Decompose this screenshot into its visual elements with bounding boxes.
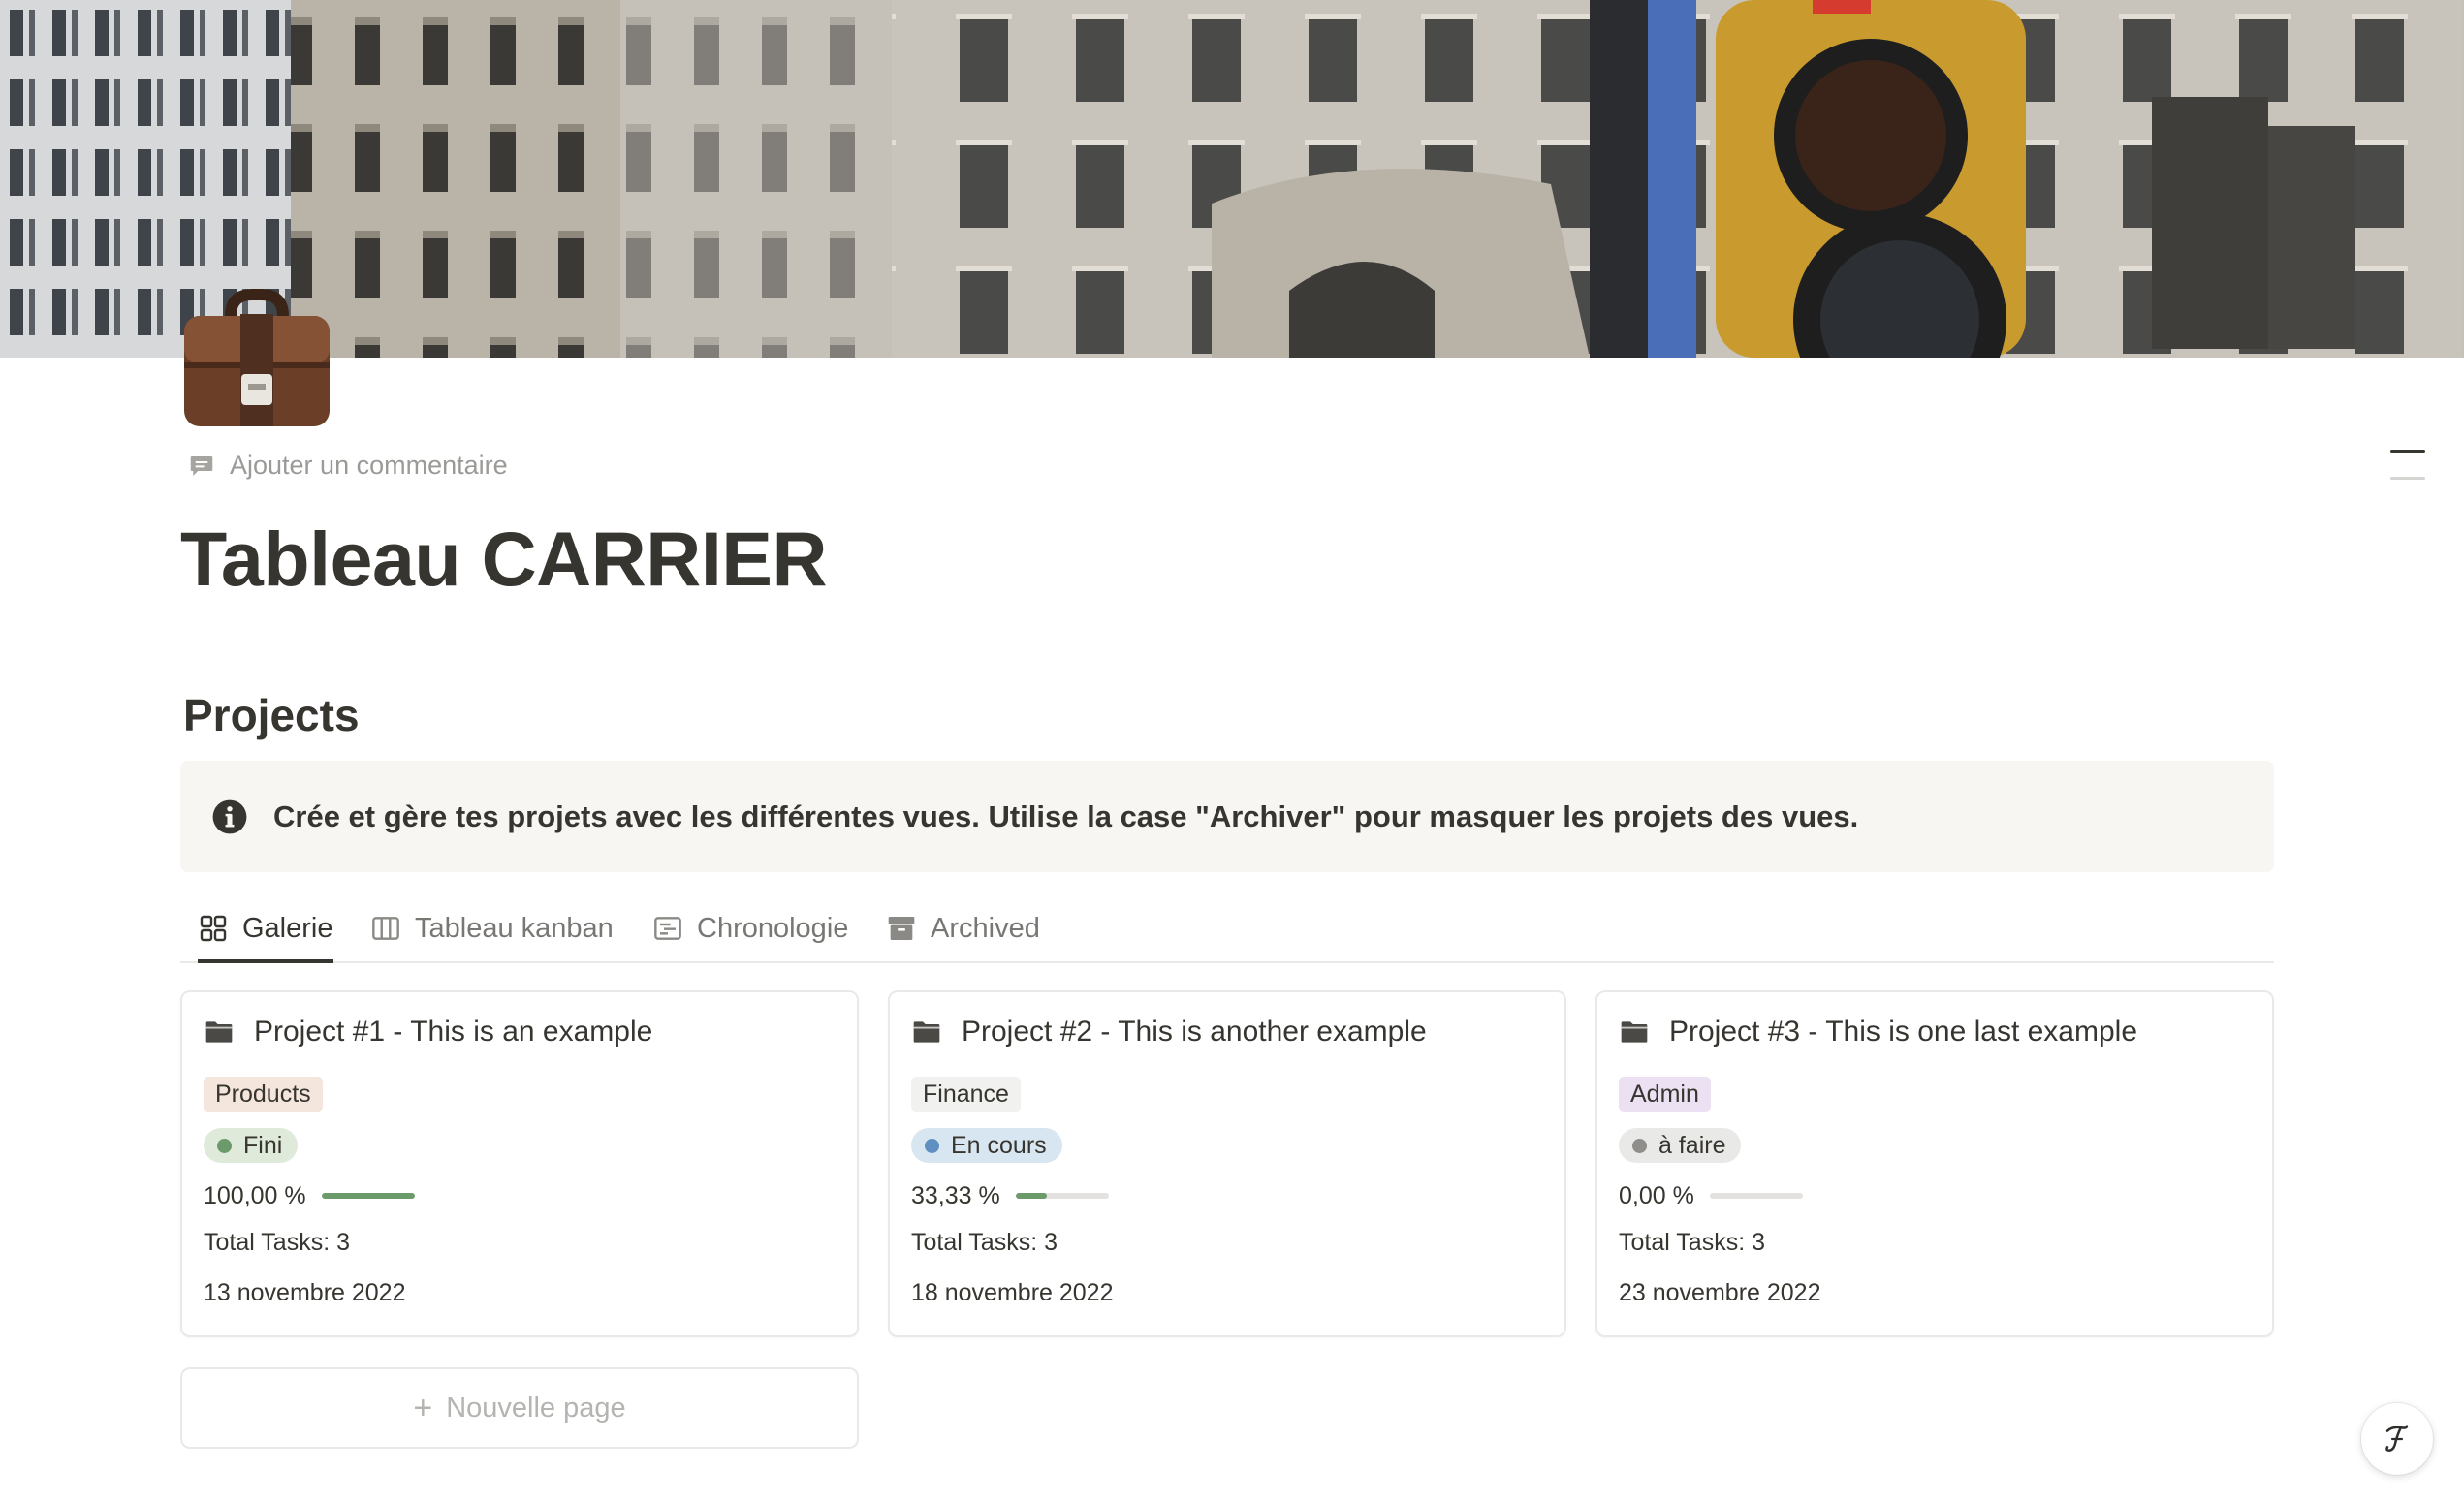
tab-galerie[interactable]: Galerie	[198, 895, 333, 963]
progress-bar	[321, 1193, 415, 1199]
total-tasks: Total Tasks: 3	[1619, 1229, 1766, 1256]
timeline-icon	[654, 917, 681, 940]
tab-label: Tableau kanban	[415, 912, 614, 944]
category-tag: Admin	[1619, 1077, 1711, 1112]
folder-icon	[205, 1021, 233, 1043]
card-date: 18 novembre 2022	[911, 1279, 1114, 1306]
progress: 33,33 %	[911, 1176, 1109, 1215]
total-tasks: Total Tasks: 3	[204, 1229, 351, 1256]
view-tabs: Galerie Tableau kanban Chronologie Archi…	[180, 895, 2274, 963]
add-comment-label: Ajouter un commentaire	[230, 451, 508, 480]
status-dot	[1632, 1138, 1647, 1153]
new-page-button[interactable]: + Nouvelle page	[180, 1367, 859, 1449]
status-dot	[217, 1138, 232, 1153]
card-date: 23 novembre 2022	[1619, 1279, 1821, 1306]
status-label: En cours	[951, 1132, 1047, 1159]
progress-bar-fill	[321, 1193, 415, 1199]
info-callout: Crée et gère tes projets avec les différ…	[180, 761, 2274, 872]
toc-line-active	[2390, 450, 2425, 453]
status-badge: à faire	[1619, 1128, 1742, 1163]
comment-icon	[190, 455, 213, 476]
card-title[interactable]: Project #3 - This is one last example	[1619, 1016, 2137, 1049]
progress-bar	[1015, 1193, 1109, 1199]
card-title-text: Project #3 - This is one last example	[1669, 1016, 2138, 1048]
new-page-label: Nouvelle page	[446, 1392, 626, 1424]
card-title[interactable]: Project #1 - This is an example	[204, 1016, 652, 1049]
card-date: 13 novembre 2022	[204, 1279, 406, 1306]
info-icon	[212, 799, 247, 833]
category-tag: Products	[204, 1077, 323, 1112]
progress-bar-fill	[1015, 1193, 1047, 1199]
help-icon	[2385, 1425, 2409, 1452]
tab-label: Chronologie	[697, 912, 849, 944]
plus-icon: +	[413, 1390, 433, 1426]
status-badge: Fini	[204, 1128, 299, 1163]
status-label: Fini	[243, 1132, 283, 1159]
status-badge: En cours	[911, 1128, 1062, 1163]
progress-text: 33,33 %	[911, 1181, 1000, 1209]
table-of-contents-indicator[interactable]	[2390, 450, 2425, 504]
progress: 0,00 %	[1619, 1176, 1803, 1215]
category-tag: Finance	[911, 1077, 1021, 1112]
progress-bar	[1709, 1193, 1803, 1199]
card-title-text: Project #2 - This is another example	[962, 1016, 1427, 1048]
progress: 100,00 %	[204, 1176, 415, 1215]
page-title[interactable]: Tableau CARRIER	[180, 506, 828, 612]
total-tasks: Total Tasks: 3	[911, 1229, 1058, 1256]
help-button[interactable]	[2361, 1403, 2433, 1475]
progress-text: 100,00 %	[204, 1181, 306, 1209]
card-title[interactable]: Project #2 - This is another example	[911, 1016, 1427, 1049]
archive-icon	[888, 917, 915, 940]
board-icon	[372, 917, 399, 940]
toc-line	[2390, 477, 2425, 480]
card-title-text: Project #1 - This is an example	[254, 1016, 653, 1048]
tab-archived[interactable]: Archived	[886, 895, 1040, 961]
add-comment-button[interactable]: Ajouter un commentaire	[187, 451, 508, 481]
tab-chronologie[interactable]: Chronologie	[652, 895, 848, 961]
tab-tableau-kanban[interactable]: Tableau kanban	[370, 895, 614, 961]
tab-label: Galerie	[242, 912, 333, 944]
callout-text: Crée et gère tes projets avec les différ…	[273, 799, 1859, 833]
status-dot	[925, 1138, 939, 1153]
cover-image[interactable]	[0, 0, 2464, 358]
tab-label: Archived	[931, 912, 1040, 944]
project-card[interactable]: Project #2 - This is another example Fin…	[888, 990, 1566, 1337]
status-label: à faire	[1658, 1132, 1726, 1159]
database-title[interactable]: Projects	[183, 684, 360, 746]
folder-icon	[913, 1021, 940, 1043]
project-card[interactable]: Project #1 - This is an example Products…	[180, 990, 859, 1337]
gallery-icon	[200, 915, 227, 942]
project-card[interactable]: Project #3 - This is one last example Ad…	[1595, 990, 2274, 1337]
progress-text: 0,00 %	[1619, 1181, 1694, 1209]
folder-icon	[1621, 1021, 1648, 1043]
briefcase-icon[interactable]	[180, 287, 333, 430]
